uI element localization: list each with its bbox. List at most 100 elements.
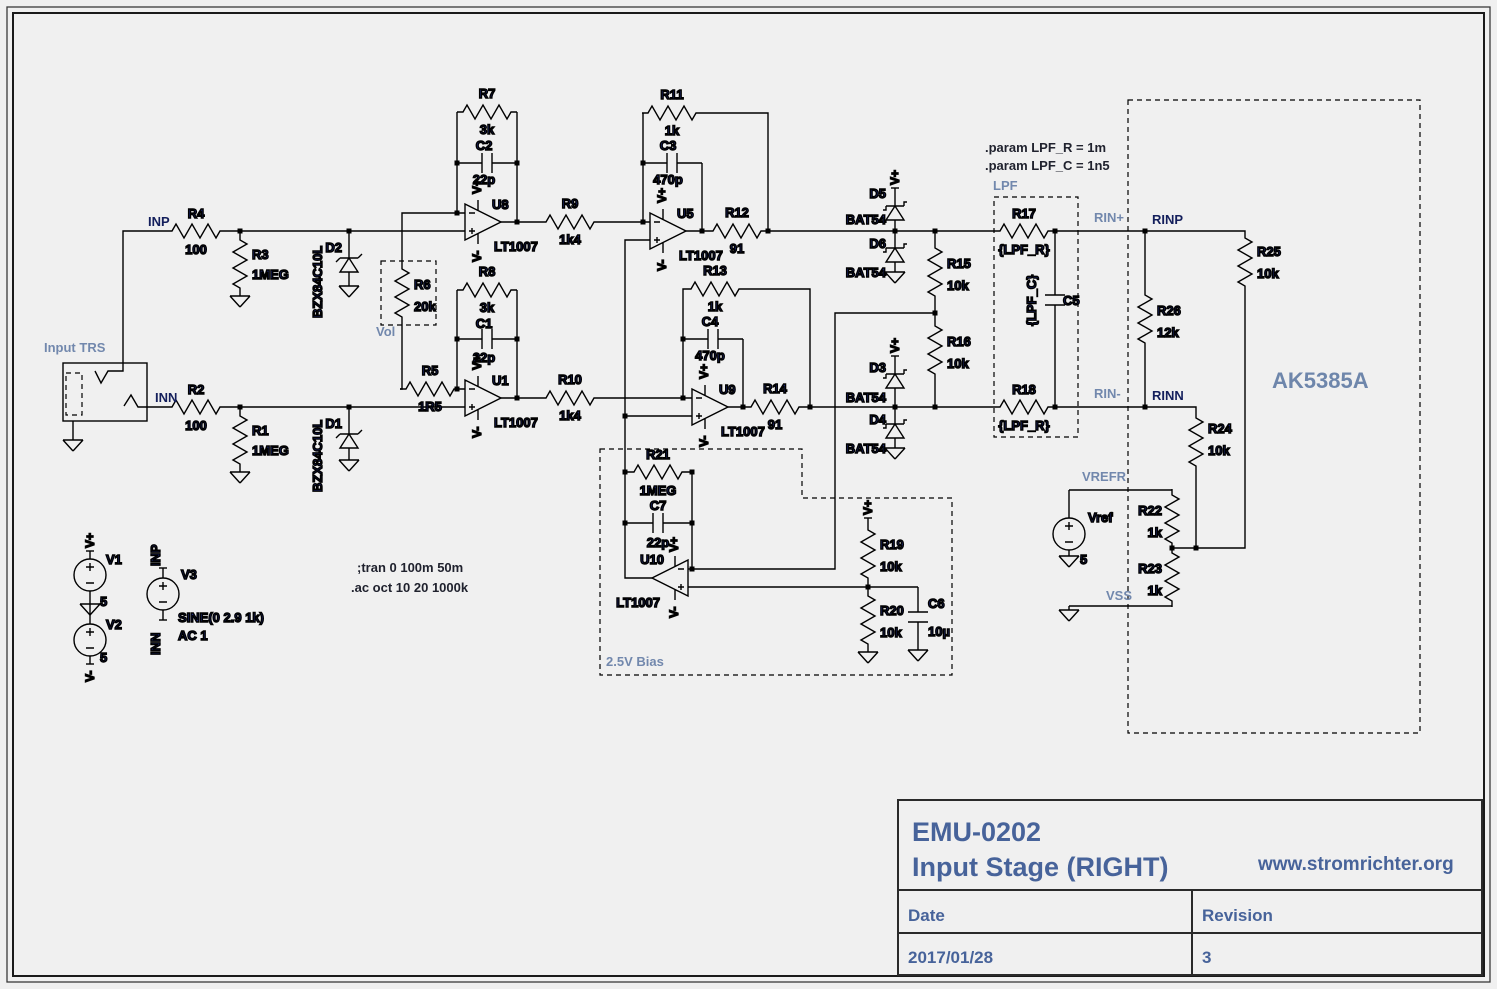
lpf-label[interactable]: LPF xyxy=(993,178,1018,193)
capacitor-C3[interactable]: C3470p xyxy=(642,138,702,187)
R26-name: R26 xyxy=(1157,303,1181,318)
vsource-V3[interactable]: V3 SINE(0 2.9 1k) AC 1 INP INN xyxy=(147,544,264,655)
R25-value: 10k xyxy=(1257,266,1279,281)
resistor-R17[interactable]: R17{LPF_R} xyxy=(994,206,1054,257)
diode-D6[interactable]: D6BAT54 xyxy=(846,236,907,280)
opamp-U9[interactable]: U9 LT1007 V+ V- xyxy=(692,364,765,447)
vol-label[interactable]: Vol xyxy=(376,324,395,339)
resistor-R11[interactable]: R111k xyxy=(642,87,702,138)
Vref-name: Vref xyxy=(1088,510,1113,525)
resistor-R6[interactable]: R620k xyxy=(395,263,436,323)
diode-D3[interactable]: D3BAT54 xyxy=(846,360,907,405)
jack-body xyxy=(63,363,147,421)
R24-name: R24 xyxy=(1208,421,1233,436)
R24-value: 10k xyxy=(1208,443,1230,458)
U8-vplus-label: V+ xyxy=(470,179,484,194)
date-value: 2017/01/28 xyxy=(908,948,993,967)
resistor-R3[interactable]: R31MEG xyxy=(233,234,289,294)
R7-value: 3k xyxy=(480,122,495,137)
vsource-V2[interactable]: V2 5 V- xyxy=(74,617,122,682)
V2-name: V2 xyxy=(106,617,122,632)
resistor-R24[interactable]: R2410k xyxy=(1189,412,1233,472)
capacitor-C6[interactable]: C610µ xyxy=(908,587,950,647)
resistor-R16[interactable]: R1610k xyxy=(928,320,971,380)
adc-label[interactable]: AK5385A xyxy=(1272,368,1369,393)
net-inp[interactable]: INP xyxy=(148,214,170,229)
R8-value: 3k xyxy=(480,300,495,315)
net-inn[interactable]: INN xyxy=(155,390,177,405)
R20-name: R20 xyxy=(880,603,904,618)
R18-name: R18 xyxy=(1012,382,1036,397)
vsource-V1[interactable]: V1 5 V+ xyxy=(74,533,122,609)
R17-value: {LPF_R} xyxy=(998,242,1049,257)
R23-name: R23 xyxy=(1138,561,1162,576)
vol-box xyxy=(381,261,436,325)
R12-name: R12 xyxy=(725,205,749,220)
resistor-R26[interactable]: R2612k xyxy=(1138,289,1181,349)
R13-value: 1k xyxy=(708,299,723,314)
zener-D2[interactable]: D2BZX84C10L xyxy=(310,240,362,318)
vrefr-label[interactable]: VREFR xyxy=(1082,469,1127,484)
U9-value: LT1007 xyxy=(721,424,765,439)
param-c-directive[interactable]: .param LPF_C = 1n5 xyxy=(985,158,1110,173)
resistor-R25[interactable]: R2510k xyxy=(1238,232,1281,292)
resistor-R19[interactable]: R1910k xyxy=(861,524,904,584)
resistor-R20[interactable]: R2010k xyxy=(861,590,904,650)
title-subtitle: Input Stage (RIGHT) xyxy=(912,852,1168,882)
opamp-U5[interactable]: U5 LT1007 V+ V- xyxy=(650,188,723,271)
input-trs-jack[interactable] xyxy=(63,363,147,421)
resistor-R8[interactable]: R83k xyxy=(457,264,517,315)
capacitor-C5[interactable]: C5{LPF_C} xyxy=(1024,270,1080,330)
capacitor-C1[interactable]: C122p xyxy=(457,316,517,365)
title-product: EMU-0202 xyxy=(912,817,1041,847)
param-r-directive[interactable]: .param LPF_R = 1m xyxy=(985,140,1106,155)
capacitor-C2[interactable]: C222p xyxy=(457,138,517,187)
ac-directive[interactable]: .ac oct 10 20 1000k xyxy=(351,580,469,595)
R3-name: R3 xyxy=(252,247,269,262)
resistor-R9[interactable]: R91k4 xyxy=(540,196,600,247)
vss-label[interactable]: VSS xyxy=(1106,588,1132,603)
rin-minus-label[interactable]: RIN- xyxy=(1094,386,1121,401)
resistor-R13[interactable]: R131k xyxy=(685,263,745,314)
V2-vminus-flag: V- xyxy=(83,671,97,682)
tran-directive[interactable]: ;tran 0 100m 50m xyxy=(357,560,463,575)
resistor-R18[interactable]: R18{LPF_R} xyxy=(994,382,1054,433)
resistor-R23[interactable]: R231k xyxy=(1138,547,1179,607)
rin-plus-label[interactable]: RIN+ xyxy=(1094,210,1124,225)
zener-D1[interactable]: D1BZX84C10L xyxy=(310,416,362,492)
input-trs-label[interactable]: Input TRS xyxy=(44,340,106,355)
C6-name: C6 xyxy=(928,596,945,611)
resistor-R4[interactable]: R4100 xyxy=(166,206,226,257)
V3-value2: AC 1 xyxy=(178,628,208,643)
opamp-U8[interactable]: U8 LT1007 V+ V- xyxy=(465,179,538,262)
resistor-R21[interactable]: R211MEG xyxy=(628,447,688,498)
U9-vminus-label: V- xyxy=(697,436,711,447)
resistor-R10[interactable]: R101k4 xyxy=(540,372,600,423)
R9-value: 1k4 xyxy=(559,232,581,247)
diode-D4[interactable]: D4BAT54 xyxy=(846,412,907,456)
capacitor-C4[interactable]: C4470p xyxy=(683,314,743,363)
R25-name: R25 xyxy=(1257,244,1281,259)
bias-label[interactable]: 2.5V Bias xyxy=(606,654,664,669)
net-rinn[interactable]: RINN xyxy=(1152,388,1184,403)
R14-value: 91 xyxy=(768,417,782,432)
opamp-U1[interactable]: U1 LT1007 V+ V- xyxy=(465,355,538,438)
U8-vminus-label: V- xyxy=(470,251,484,262)
resistor-R1[interactable]: R11MEG xyxy=(233,410,289,470)
R5-name: R5 xyxy=(422,363,439,378)
D6-name: D6 xyxy=(869,236,886,251)
U8-name: U8 xyxy=(492,197,509,212)
C2-name: C2 xyxy=(476,138,493,153)
U1-value: LT1007 xyxy=(494,415,538,430)
V1-value: 5 xyxy=(100,594,107,609)
U5-vplus-label: V+ xyxy=(655,188,669,203)
resistor-R15[interactable]: R1510k xyxy=(928,242,971,302)
ground-symbols[interactable] xyxy=(63,272,1079,663)
D5-name: D5 xyxy=(869,186,886,201)
resistor-R7[interactable]: R73k xyxy=(457,86,517,137)
net-rinp[interactable]: RINP xyxy=(1152,212,1183,227)
resistor-R22[interactable]: R221k xyxy=(1138,489,1179,549)
R1-name: R1 xyxy=(252,423,269,438)
R14-name: R14 xyxy=(763,381,788,396)
diode-D5[interactable]: D5BAT54 xyxy=(846,186,907,227)
